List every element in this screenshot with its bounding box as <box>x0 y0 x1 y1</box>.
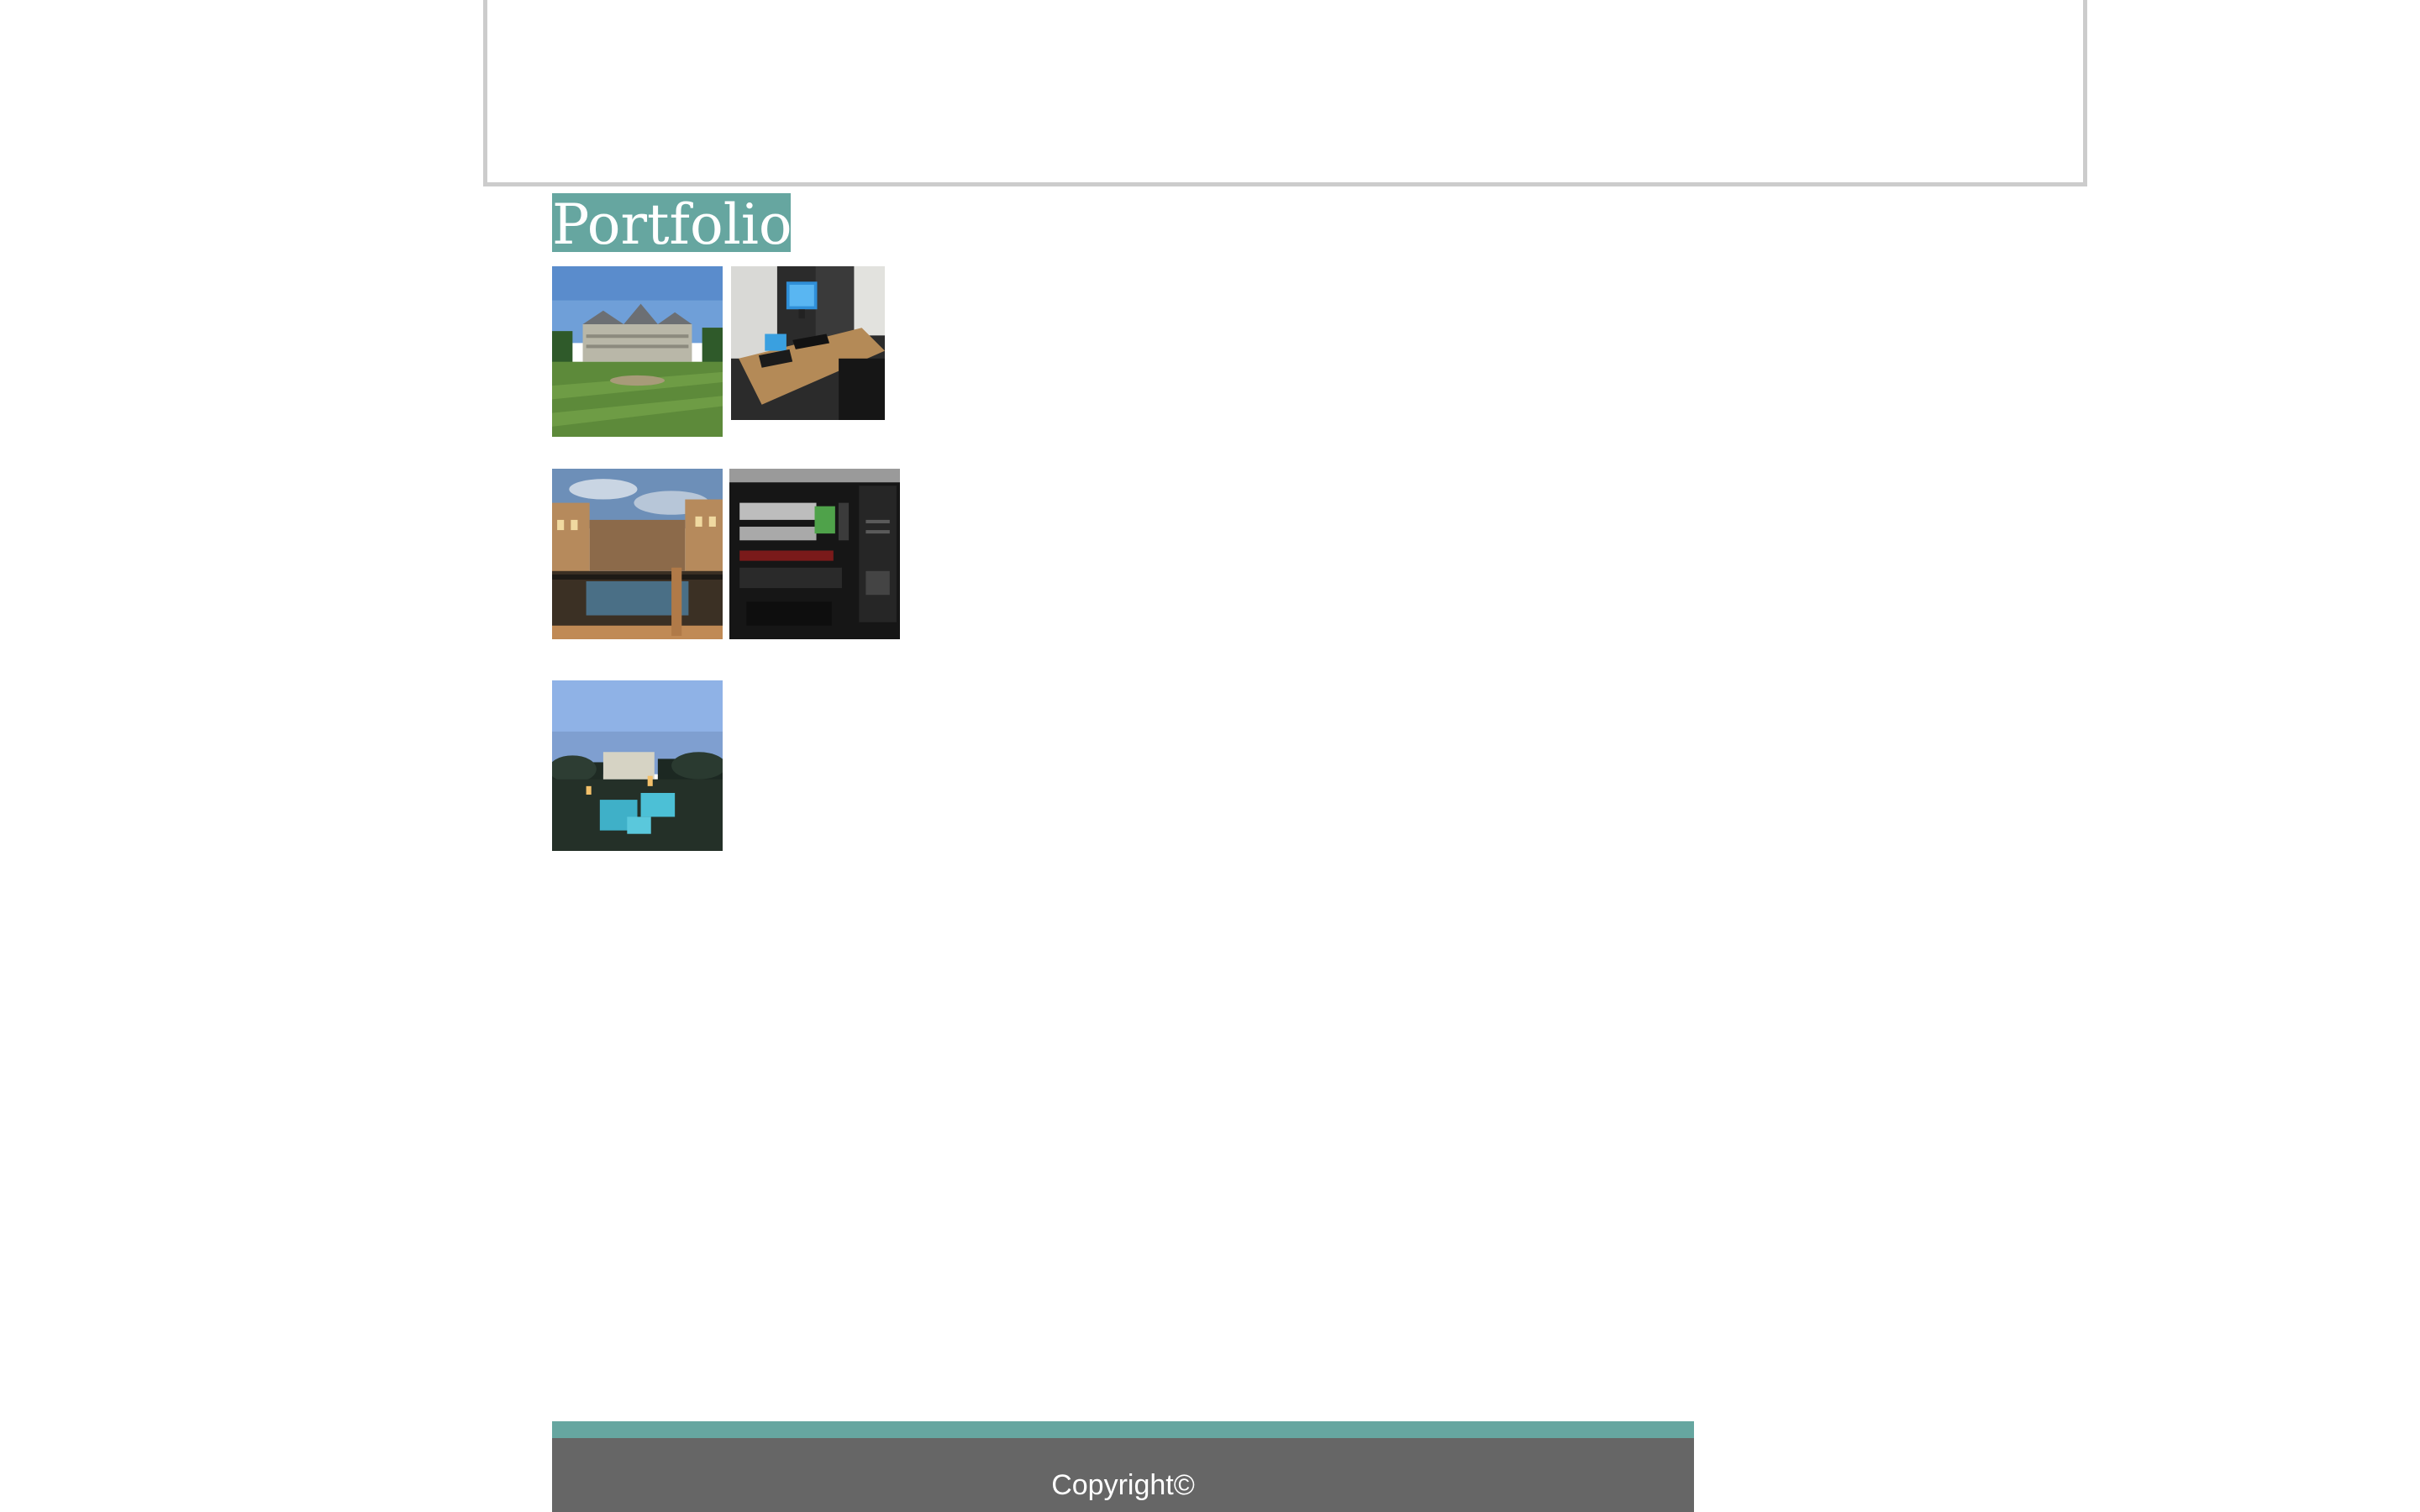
portfolio-thumbnail-desk[interactable] <box>731 266 885 420</box>
mansion-image <box>552 266 723 437</box>
portfolio-thumbnail-resort[interactable] <box>552 680 723 851</box>
desk-image <box>731 266 885 420</box>
footer-accent-bar <box>552 1421 1694 1438</box>
portfolio-thumbnail-canal[interactable] <box>552 469 723 639</box>
header-box <box>483 0 2087 186</box>
portfolio-heading: Portfolio <box>552 193 791 252</box>
copyright-text: Copyright© <box>1051 1469 1195 1501</box>
footer: Copyright© <box>552 1438 1694 1512</box>
portfolio-thumbnail-mansion[interactable] <box>552 266 723 437</box>
resort-image <box>552 680 723 851</box>
page: Portfolio Copyright© <box>0 0 2420 1512</box>
portfolio-thumbnail-hardware[interactable] <box>729 469 900 639</box>
canal-image <box>552 469 723 639</box>
hardware-image <box>729 469 900 639</box>
